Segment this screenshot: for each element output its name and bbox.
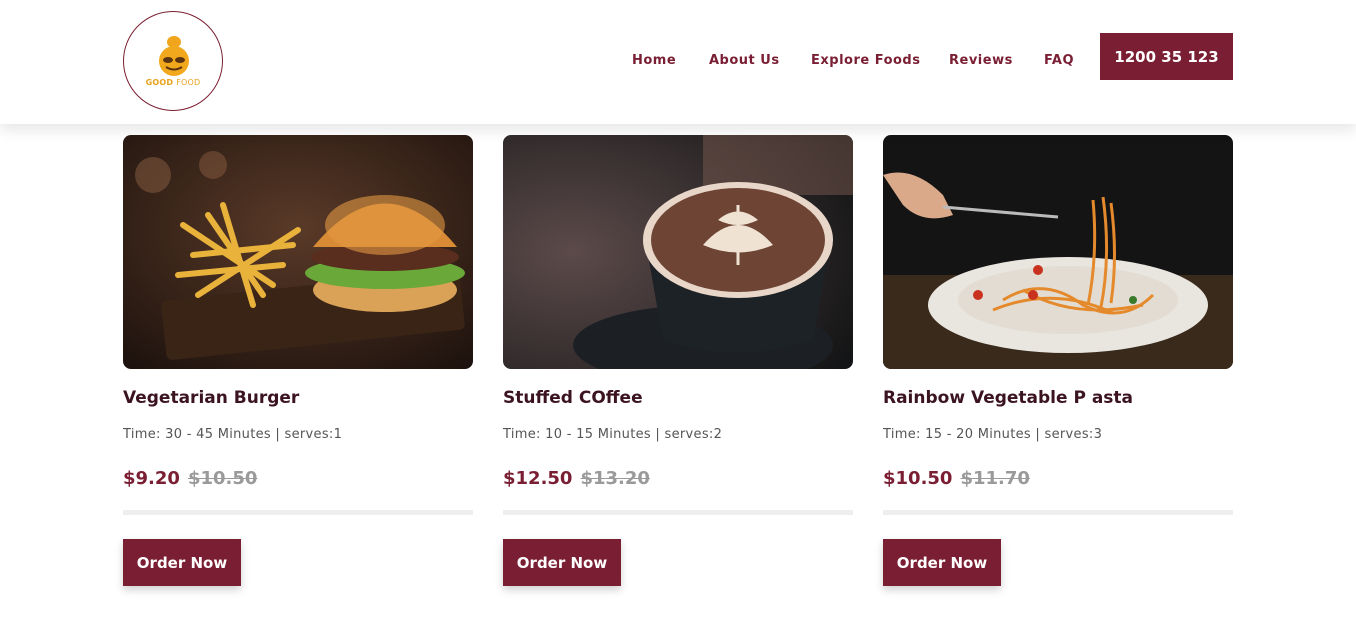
order-now-button[interactable]: Order Now	[503, 539, 621, 586]
nav-faq[interactable]: FAQ	[1044, 53, 1074, 68]
product-price: $12.50	[503, 468, 573, 489]
price-row: $9.20 $10.50	[123, 468, 257, 489]
product-card: Stuffed COffee Time: 10 - 15 Minutes | s…	[503, 135, 853, 586]
product-title: Rainbow Vegetable P asta	[883, 388, 1134, 408]
coffee-photo	[503, 135, 853, 369]
brand-logo[interactable]: GOOD FOOD	[123, 11, 223, 111]
site-header: GOOD FOOD Home About Us Explore Foods Re…	[0, 0, 1356, 124]
pasta-photo	[883, 135, 1233, 369]
nav-explore-foods[interactable]: Explore Foods	[811, 53, 920, 68]
order-now-button[interactable]: Order Now	[123, 539, 241, 586]
divider	[883, 510, 1233, 515]
divider	[123, 510, 473, 515]
product-meta: Time: 30 - 45 Minutes | serves:1	[123, 427, 343, 442]
product-price: $10.50	[883, 468, 953, 489]
divider	[503, 510, 853, 515]
product-title: Stuffed COffee	[503, 388, 643, 408]
product-price: $9.20	[123, 468, 180, 489]
product-old-price: $13.20	[580, 468, 650, 489]
phone-button[interactable]: 1200 35 123	[1100, 33, 1233, 80]
nav-about-us[interactable]: About Us	[709, 53, 780, 68]
product-meta: Time: 10 - 15 Minutes | serves:2	[503, 427, 723, 442]
price-row: $12.50 $13.20	[503, 468, 650, 489]
product-card: Rainbow Vegetable P asta Time: 15 - 20 M…	[883, 135, 1233, 586]
order-now-button[interactable]: Order Now	[883, 539, 1001, 586]
logo-wordmark: GOOD FOOD	[145, 78, 201, 87]
product-old-price: $10.50	[187, 468, 258, 489]
burger-photo	[123, 135, 473, 369]
chef-face-icon	[159, 36, 189, 76]
nav-reviews[interactable]: Reviews	[949, 53, 1013, 68]
price-row: $10.50 $11.70	[883, 468, 1030, 489]
product-old-price: $11.70	[960, 468, 1030, 489]
product-title: Vegetarian Burger	[123, 388, 300, 408]
product-card: Vegetarian Burger Time: 30 - 45 Minutes …	[123, 135, 473, 586]
product-meta: Time: 15 - 20 Minutes | serves:3	[883, 427, 1103, 442]
nav-home[interactable]: Home	[632, 53, 676, 68]
